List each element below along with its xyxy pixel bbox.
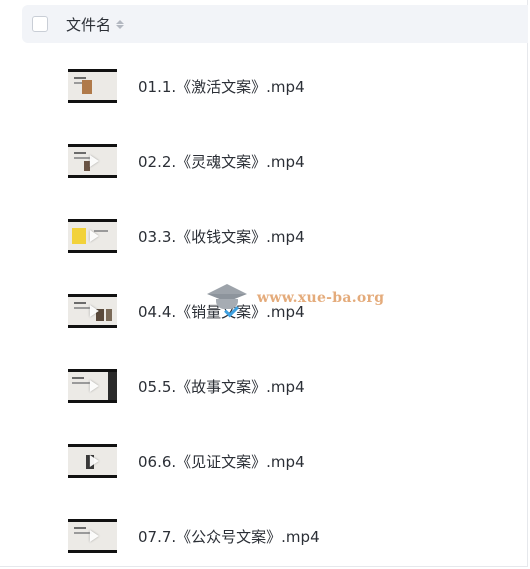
play-icon: [89, 230, 99, 242]
play-icon: [89, 530, 99, 542]
video-thumbnail[interactable]: [68, 144, 117, 178]
file-name[interactable]: 01.1.《激活文案》.mp4: [138, 76, 305, 97]
list-item[interactable]: 05.5.《故事文案》.mp4: [0, 366, 528, 406]
file-name[interactable]: 06.6.《见证文案》.mp4: [138, 451, 305, 472]
video-thumbnail[interactable]: [68, 519, 117, 553]
file-name[interactable]: 02.2.《灵魂文案》.mp4: [138, 151, 305, 172]
list-item[interactable]: 01.1.《激活文案》.mp4: [0, 66, 528, 106]
list-item[interactable]: 04.4.《销量文案》.mp4: [0, 291, 528, 331]
list-item[interactable]: 06.6.《见证文案》.mp4: [0, 441, 528, 481]
list-item[interactable]: 02.2.《灵魂文案》.mp4: [0, 141, 528, 181]
video-thumbnail[interactable]: [68, 444, 117, 478]
video-thumbnail[interactable]: [68, 369, 117, 403]
select-all-checkbox[interactable]: [32, 16, 48, 32]
play-icon: [89, 380, 99, 392]
play-icon: [89, 455, 99, 467]
video-thumbnail[interactable]: [68, 219, 117, 253]
list-item[interactable]: 03.3.《收钱文案》.mp4: [0, 216, 528, 256]
file-name[interactable]: 03.3.《收钱文案》.mp4: [138, 226, 305, 247]
file-name[interactable]: 07.7.《公众号文案》.mp4: [138, 526, 320, 547]
column-header-filename[interactable]: 文件名: [66, 14, 111, 35]
play-icon: [89, 155, 99, 167]
file-name[interactable]: 05.5.《故事文案》.mp4: [138, 376, 305, 397]
sort-icon[interactable]: [116, 19, 125, 29]
video-thumbnail[interactable]: [68, 69, 117, 103]
file-browser-panel: 文件名 01.1.《激活文案》.mp4 02.2.《灵魂文案》.mp4 03.3…: [0, 0, 528, 567]
play-icon: [89, 305, 99, 317]
list-header: 文件名: [22, 5, 528, 43]
file-name[interactable]: 04.4.《销量文案》.mp4: [138, 301, 305, 322]
video-thumbnail[interactable]: [68, 294, 117, 328]
list-item[interactable]: 07.7.《公众号文案》.mp4: [0, 516, 528, 556]
